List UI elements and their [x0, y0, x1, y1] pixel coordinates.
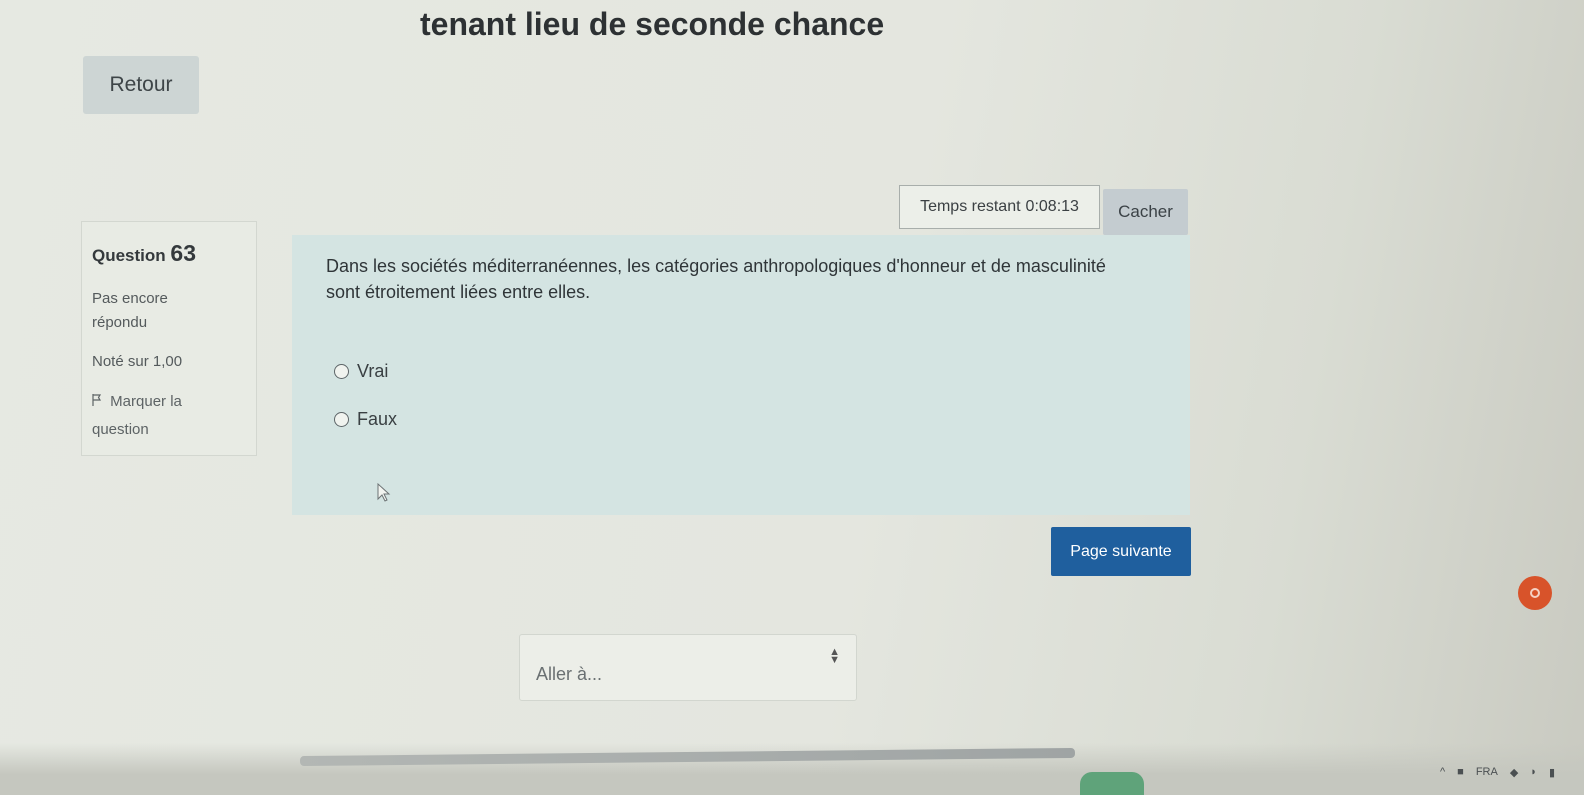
hide-timer-button[interactable]: Cacher — [1103, 189, 1188, 235]
language-indicator[interactable]: FRA — [1476, 766, 1498, 778]
flag-question-label: Marquer la question — [92, 393, 182, 438]
select-arrows-icon: ▲ ▼ — [829, 645, 840, 666]
question-text: Dans les sociétés méditerranéennes, les … — [326, 256, 1106, 302]
app-tray-icon[interactable]: ■ — [1457, 766, 1464, 778]
mouse-cursor-icon — [377, 482, 391, 503]
chevron-up-icon[interactable]: ^ — [1440, 766, 1445, 778]
volume-icon[interactable]: ◗ — [1530, 766, 1537, 778]
answer-option-vrai[interactable]: Vrai — [334, 361, 388, 382]
question-label: Question — [92, 246, 166, 265]
radio-button[interactable] — [334, 412, 349, 427]
question-grade: Noté sur 1,00 — [92, 353, 183, 370]
answer-option-faux[interactable]: Faux — [334, 409, 397, 430]
taskbar-app-icon[interactable] — [1080, 772, 1144, 795]
jump-to-placeholder: Aller à... — [536, 664, 603, 684]
notification-icon-inner — [1530, 588, 1540, 598]
notification-icon[interactable] — [1518, 576, 1552, 610]
question-number: Question 63 — [92, 240, 246, 267]
question-content: Dans les sociétés méditerranéennes, les … — [292, 235, 1190, 515]
timer-label: Temps restant — [920, 198, 1021, 215]
answer-option-label: Faux — [357, 409, 398, 429]
jump-to-select[interactable]: Aller à... ▲ ▼ — [519, 634, 857, 701]
flag-question-link[interactable]: Marquer la question — [92, 388, 242, 444]
flag-icon — [92, 388, 106, 416]
answer-option-label: Vrai — [357, 361, 389, 381]
question-info-panel: Question 63 Pas encore répondu Noté sur … — [81, 221, 257, 456]
radio-button[interactable] — [334, 364, 349, 379]
question-state: Pas encore répondu — [92, 290, 168, 331]
back-button[interactable]: Retour — [83, 56, 199, 114]
next-page-button[interactable]: Page suivante — [1051, 527, 1191, 576]
timer-value: 0:08:13 — [1025, 198, 1079, 215]
question-number-value: 63 — [170, 240, 196, 266]
battery-icon[interactable]: ▮ — [1549, 766, 1555, 779]
system-tray: ^ ■ FRA ◆ ◗ ▮ — [1440, 760, 1555, 784]
page-title: tenant lieu de seconde chance — [420, 6, 885, 42]
timer-box: Temps restant 0:08:13 — [899, 185, 1100, 229]
wifi-icon[interactable]: ◆ — [1510, 766, 1518, 779]
